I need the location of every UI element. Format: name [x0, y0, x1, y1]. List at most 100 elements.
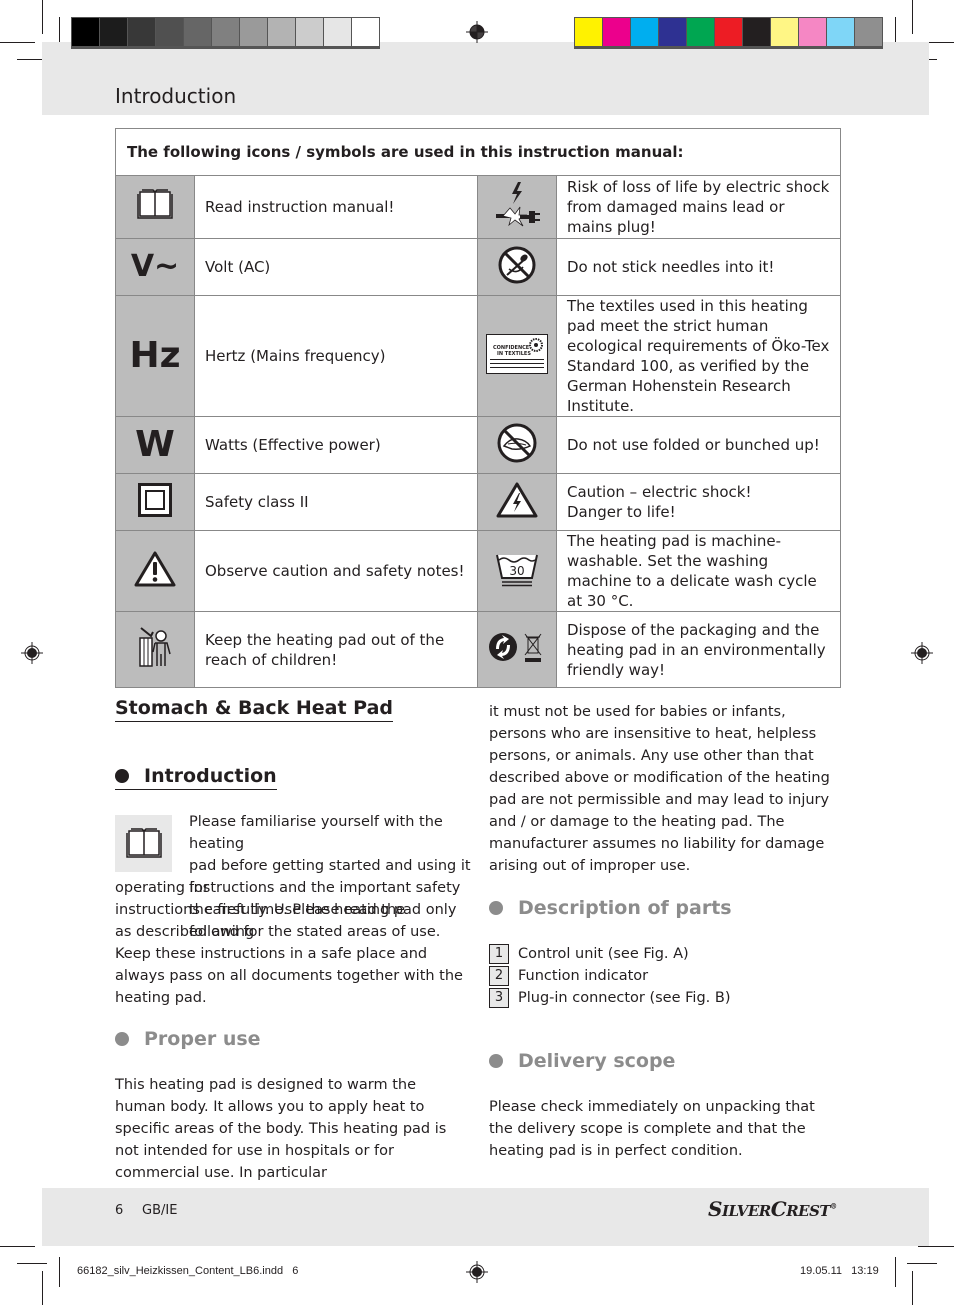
electric-shock-warning-icon: [496, 482, 538, 517]
page-number: 6: [115, 1203, 124, 1218]
part-label: Control unit (see Fig. A): [518, 946, 689, 962]
symbol-description-line: Danger to life!: [567, 503, 676, 521]
book-icon: [137, 188, 173, 219]
symbols-table: The following icons / symbols are used i…: [114, 128, 842, 688]
parts-list: 1 Control unit (see Fig. A) 2 Function i…: [489, 943, 730, 1009]
oeko-tex-label-icon: CONFIDENCE IN TEXTILES: [486, 333, 548, 374]
symbol-cell: Hz: [115, 295, 195, 417]
crop-mark: [912, 0, 913, 34]
symbol-cell: [477, 611, 557, 688]
damaged-cable-shock-icon: [496, 181, 540, 226]
brand-letter: S: [708, 1197, 722, 1221]
caution-warning-icon: [134, 551, 176, 586]
symbol-cell: [115, 473, 195, 531]
color-swatch: [799, 18, 826, 46]
process-color-bar: [574, 17, 883, 49]
symbol-description: Read instruction manual!: [194, 175, 478, 239]
table-row: Read instruction manual! Risk of loss of…: [115, 175, 842, 239]
color-swatch: [72, 18, 99, 46]
brand-letter: C: [770, 1197, 787, 1221]
symbol-description: Watts (Effective power): [194, 416, 478, 474]
color-swatch: [603, 18, 630, 46]
symbol-cell: W: [115, 416, 195, 474]
color-swatch: [156, 18, 183, 46]
color-swatch: [659, 18, 686, 46]
section-heading-introduction: Introduction: [115, 765, 277, 790]
bullet-icon: [489, 901, 503, 915]
crop-mark: [0, 1246, 35, 1247]
oeko-tex-fine-print: [490, 358, 544, 360]
no-needles-icon: [498, 246, 536, 283]
no-folding-icon: [497, 423, 537, 462]
registration-mark-icon: [21, 642, 43, 664]
crossed-bin-icon: [524, 633, 542, 662]
section-heading-text: Description of parts: [518, 897, 732, 919]
symbol-cell: [115, 175, 195, 239]
table-row: Observe caution and safety notes! 30 The…: [115, 530, 842, 612]
part-number: 3: [489, 988, 509, 1008]
symbol-description: Risk of loss of life by electric shock f…: [555, 175, 842, 239]
symbol-cell: [115, 611, 195, 688]
symbol-cell: [477, 416, 557, 474]
color-swatch: [128, 18, 155, 46]
locale-label: GB/IE: [142, 1203, 178, 1218]
symbol-description: The heating pad is machine-washable. Set…: [555, 530, 842, 612]
color-swatch: [352, 18, 379, 46]
product-title: Stomach & Back Heat Pad: [115, 697, 393, 722]
symbol-description: Do not stick needles into it!: [555, 238, 842, 296]
list-item: 1 Control unit (see Fig. A): [489, 943, 730, 965]
symbol-description: Keep the heating pad out of the reach of…: [194, 611, 478, 688]
section-heading-delivery-scope: Delivery scope: [489, 1050, 675, 1072]
keep-away-children-icon: [139, 627, 171, 667]
symbols-table-heading: The following icons / symbols are used i…: [114, 128, 842, 176]
proper-use-text: This heating pad is designed to warm the…: [115, 1077, 447, 1181]
delivery-scope-text: Please check immediately on unpacking th…: [489, 1099, 815, 1159]
list-item: 2 Function indicator: [489, 965, 730, 987]
registration-mark-icon: [911, 642, 933, 664]
introduction-text: operating instructions and the important…: [115, 880, 463, 1006]
watts-symbol: W: [135, 424, 175, 465]
brand-logo: SILVERCREST®: [708, 1197, 837, 1221]
symbol-description: Caution – electric shock! Danger to life…: [555, 473, 842, 531]
crop-mark: [907, 1263, 937, 1264]
list-item: 3 Plug-in connector (see Fig. B): [489, 987, 730, 1009]
oeko-tex-fine-print: [490, 362, 544, 364]
symbol-cell: [115, 530, 195, 612]
crop-mark: [912, 1271, 913, 1305]
table-row: W Watts (Effective power) Do not use fol…: [115, 416, 842, 474]
symbol-description: Safety class II: [194, 473, 478, 531]
symbol-description: Do not use folded or bunched up!: [555, 416, 842, 474]
color-swatch: [100, 18, 127, 46]
symbol-description: Observe caution and safety notes!: [194, 530, 478, 612]
section-heading-proper-use: Proper use: [115, 1028, 261, 1050]
volt-ac-symbol: V~: [130, 249, 180, 284]
oeko-tex-label-line: IN TEXTILES: [497, 350, 531, 357]
color-swatch: [184, 18, 211, 46]
part-label: Plug-in connector (see Fig. B): [518, 990, 731, 1006]
symbol-description-line: Caution – electric shock!: [567, 483, 752, 501]
section-heading-text: Proper use: [144, 1028, 261, 1050]
table-row: Hz Hertz (Mains frequency) CONFIDENCE IN…: [115, 295, 842, 417]
proper-use-text-continued: it must not be used for babies or infant…: [489, 704, 830, 874]
symbol-cell: V~: [115, 238, 195, 296]
wash-temperature: 30: [509, 564, 524, 578]
color-swatch: [268, 18, 295, 46]
symbol-description: Volt (AC): [194, 238, 478, 296]
crop-mark: [895, 1257, 896, 1287]
table-row: V~ Volt (AC) Do not stick needles into i…: [115, 238, 842, 296]
oeko-tex-fine-print: [490, 366, 544, 368]
color-swatch: [771, 18, 798, 46]
color-swatch: [212, 18, 239, 46]
color-swatch: [827, 18, 854, 46]
color-swatch: [324, 18, 351, 46]
crop-mark: [918, 1246, 954, 1247]
wash-30-icon: 30: [496, 554, 538, 586]
brand-letters: ILVER: [721, 1202, 771, 1220]
symbol-cell: [477, 473, 557, 531]
bullet-icon: [489, 1054, 503, 1068]
color-swatch: [240, 18, 267, 46]
color-swatch: [296, 18, 323, 46]
registration-mark-icon: [466, 1261, 488, 1283]
grayscale-color-bar: [71, 17, 380, 49]
crop-mark: [42, 1271, 43, 1305]
